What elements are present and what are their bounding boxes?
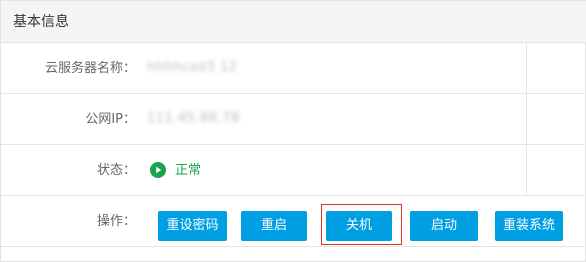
public-ip-row: 公网IP： 111.45.88.78 (1, 94, 586, 145)
panel-header: 基本信息 (1, 1, 586, 43)
public-ip-value: 111.45.88.78 (147, 111, 240, 126)
reset-password-button[interactable]: 重设密码 (158, 211, 227, 241)
vertical-divider (526, 43, 527, 196)
operations-label: 操作： (96, 214, 136, 229)
status-row: 状态： 正常 (1, 145, 586, 196)
server-name-value: hhhhcxd3 12 (147, 60, 238, 75)
operations-row: 操作： 重设密码 重启 关机 启动 重装系统 (1, 196, 586, 247)
restart-button[interactable]: 重启 (241, 211, 307, 241)
status-label: 状态： (96, 163, 136, 178)
server-name-row: 云服务器名称： hhhhcxd3 12 (1, 43, 586, 94)
reinstall-system-button[interactable]: 重装系统 (495, 211, 563, 241)
shutdown-button[interactable]: 关机 (326, 211, 392, 241)
basic-info-panel: 基本信息 云服务器名称： hhhhcxd3 12 公网IP： 111.45.88… (0, 0, 586, 262)
play-circle-icon (150, 162, 166, 178)
server-name-label: 云服务器名称： (44, 61, 136, 76)
status-value: 正常 (175, 162, 202, 178)
panel-title: 基本信息 (13, 14, 69, 30)
public-ip-label: 公网IP： (85, 112, 136, 127)
start-button[interactable]: 启动 (410, 211, 478, 241)
status-indicator: 正常 (150, 161, 201, 179)
